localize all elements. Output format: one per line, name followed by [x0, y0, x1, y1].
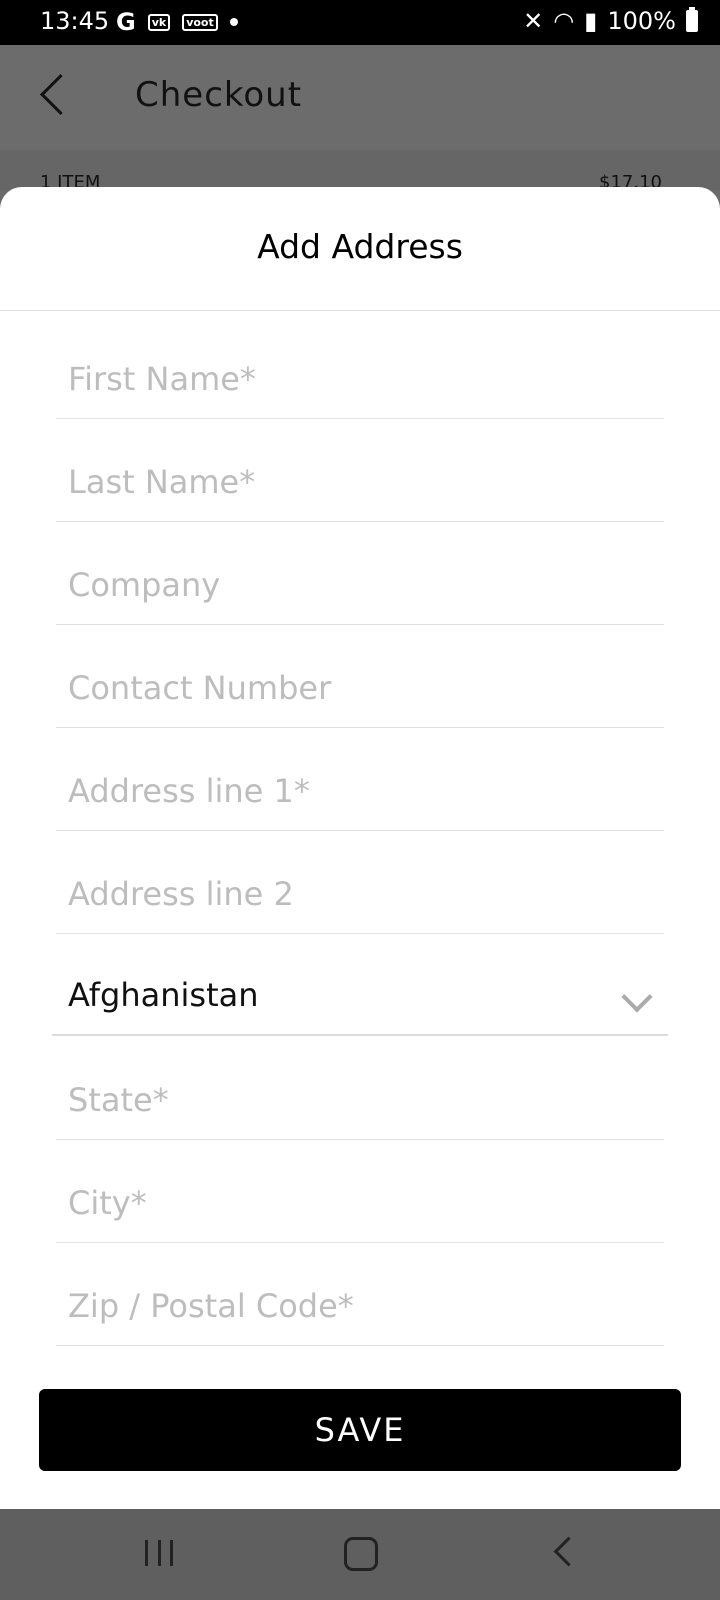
- back-nav-icon[interactable]: [553, 1536, 584, 1567]
- zip-input[interactable]: [56, 1281, 664, 1331]
- status-time: 13:45: [40, 7, 110, 35]
- last-name-input[interactable]: [56, 457, 664, 507]
- battery-percent: 100%: [607, 7, 676, 35]
- mute-icon: ✕: [523, 7, 544, 35]
- add-address-sheet: Add Address Afghanistan SAVE: [0, 187, 720, 1509]
- save-button[interactable]: SAVE: [39, 1389, 681, 1471]
- country-select[interactable]: Afghanistan: [52, 933, 668, 1036]
- city-input[interactable]: [56, 1178, 664, 1228]
- company-field: [56, 522, 664, 625]
- battery-icon: [686, 7, 698, 32]
- order-summary-row: 1 ITEM $17.10: [0, 150, 720, 193]
- chevron-down-icon: [621, 981, 653, 1013]
- state-field: [56, 1037, 664, 1140]
- divider: [0, 310, 720, 311]
- home-icon[interactable]: [344, 1537, 378, 1571]
- app-icon: vk: [147, 13, 171, 31]
- contact-number-input[interactable]: [56, 663, 664, 713]
- zip-field: [56, 1243, 664, 1346]
- system-icons: ✕ ◠ ▮ 100%: [523, 7, 698, 35]
- wifi-icon: ◠: [553, 7, 575, 35]
- google-icon: G: [116, 8, 136, 36]
- app-header: Checkout: [0, 45, 720, 150]
- recents-icon[interactable]: [145, 1540, 173, 1566]
- address-line-1-field: [56, 728, 664, 831]
- system-nav-bar: [0, 1509, 720, 1600]
- company-input[interactable]: [56, 560, 664, 610]
- status-bar: 13:45 G vk voot ✕ ◠ ▮ 100%: [0, 0, 720, 45]
- more-notifications-icon: [229, 18, 238, 26]
- back-icon[interactable]: [39, 73, 82, 116]
- address-line-1-input[interactable]: [56, 766, 664, 816]
- country-value: Afghanistan: [68, 976, 259, 1014]
- contact-number-field: [56, 625, 664, 728]
- page-title: Checkout: [135, 75, 303, 115]
- last-name-field: [56, 419, 664, 522]
- sheet-title: Add Address: [257, 227, 463, 266]
- address-line-2-input[interactable]: [56, 869, 664, 919]
- notification-icons: G vk voot: [116, 8, 238, 36]
- city-field: [56, 1140, 664, 1243]
- address-line-2-field: [56, 831, 664, 934]
- signal-icon: ▮: [584, 7, 598, 35]
- first-name-input[interactable]: [56, 354, 664, 404]
- first-name-field: [56, 316, 664, 419]
- state-input[interactable]: [56, 1075, 664, 1125]
- voot-icon: voot: [182, 13, 218, 31]
